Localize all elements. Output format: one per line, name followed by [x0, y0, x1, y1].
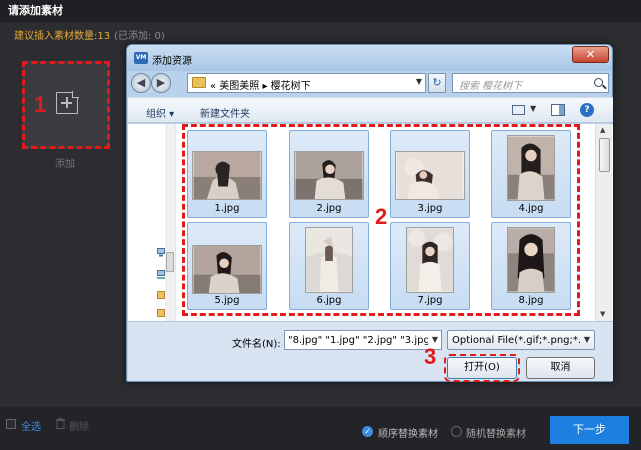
step-marker-1: 1: [34, 92, 47, 117]
sequential-replace-label[interactable]: 顺序替换素材: [378, 425, 438, 440]
network-icon: [157, 270, 165, 279]
breadcrumb[interactable]: « 美图美照 ▸ 樱花树下: [210, 77, 311, 92]
filetype-select[interactable]: Optional File(*.gif;*.png;*.jpg ▼: [447, 330, 595, 350]
chevron-down-icon[interactable]: ▼: [432, 335, 438, 344]
file-name: 6.jpg: [316, 295, 342, 306]
file-name: 5.jpg: [214, 295, 240, 306]
step-marker-2: 2: [375, 204, 388, 229]
file-name: 2.jpg: [316, 203, 342, 214]
file-item[interactable]: 3.jpg: [390, 130, 470, 218]
filename-label: 文件名(N):: [232, 339, 281, 350]
file-name: 4.jpg: [518, 203, 544, 214]
nav-scroll-thumb[interactable]: [166, 252, 174, 272]
chevron-down-icon[interactable]: ▼: [416, 77, 422, 86]
chevron-down-icon[interactable]: ▼: [530, 104, 536, 113]
outer-bottom-bar: [0, 407, 641, 450]
address-bar[interactable]: « 美图美照 ▸ 樱花树下 ▼: [187, 73, 426, 93]
filename-value[interactable]: "8.jpg" "1.jpg" "2.jpg" "3.jpg" ": [288, 335, 428, 346]
photo-thumbnail: [192, 245, 262, 294]
add-file-icon: [56, 91, 79, 114]
folder-icon: [157, 291, 165, 299]
photo-thumbnail: [305, 227, 353, 293]
file-item[interactable]: 2.jpg: [289, 130, 369, 218]
file-name: 8.jpg: [518, 295, 544, 306]
new-folder-button[interactable]: 新建文件夹: [200, 105, 250, 120]
nav-scrollbar[interactable]: [165, 124, 175, 321]
computer-icon: [157, 248, 165, 257]
chevron-down-icon[interactable]: ▼: [584, 335, 590, 344]
back-arrow-icon[interactable]: ◀: [131, 73, 151, 93]
dialog-toolbar: 组织 ▾ 新建文件夹 ▼ ?: [128, 97, 613, 123]
file-item[interactable]: 8.jpg: [491, 222, 571, 310]
dialog-footer: 文件名(N): "8.jpg" "1.jpg" "2.jpg" "3.jpg" …: [128, 321, 613, 382]
add-material-label: 添加: [55, 159, 75, 170]
file-name: 1.jpg: [214, 203, 240, 214]
photo-thumbnail: [507, 135, 555, 201]
filename-input[interactable]: "8.jpg" "1.jpg" "2.jpg" "3.jpg" " ▼: [284, 330, 442, 350]
file-open-dialog: VM 添加资源 ✕ ◀ ▶ « 美图美照 ▸ 樱花树下 ▼ ↻ 搜索 樱花树下 …: [126, 44, 613, 382]
search-icon[interactable]: [594, 78, 603, 87]
suggested-count: 建议插入素材数量:13: [14, 31, 111, 42]
next-step-button[interactable]: 下一步: [550, 416, 629, 444]
cancel-button[interactable]: 取消: [526, 357, 595, 379]
random-replace-label[interactable]: 随机替换素材: [466, 425, 526, 440]
delete-button[interactable]: 删除: [69, 418, 89, 433]
open-button[interactable]: 打开(O): [444, 354, 520, 382]
organize-menu[interactable]: 组织 ▾: [146, 105, 174, 120]
select-all-checkbox[interactable]: [6, 419, 16, 429]
photo-thumbnail: [395, 151, 465, 200]
file-item[interactable]: 4.jpg: [491, 130, 571, 218]
preview-pane-icon[interactable]: [551, 104, 565, 116]
material-count-hint: 建议插入素材数量:13 (已添加: 0): [14, 27, 165, 42]
filetype-value: Optional File(*.gif;*.png;*.jpg: [452, 335, 580, 346]
sequential-radio-checked-icon[interactable]: ✓: [362, 426, 373, 437]
photo-thumbnail: [406, 227, 454, 293]
file-item[interactable]: 6.jpg: [289, 222, 369, 310]
help-icon[interactable]: ?: [580, 103, 594, 117]
file-item[interactable]: 5.jpg: [187, 222, 267, 310]
folder-icon: [157, 309, 165, 317]
search-input[interactable]: 搜索 樱花树下: [452, 73, 609, 93]
added-count: (已添加: 0): [114, 31, 165, 42]
dialog-title: 添加资源: [152, 56, 192, 67]
navigation-pane: [128, 124, 176, 321]
scroll-down-icon[interactable]: ▼: [600, 310, 605, 318]
file-browser: 1.jpg 2.jpg 3.jpg 4.jpg 5.jpg 6.jpg 7.jp…: [128, 124, 613, 321]
file-scrollbar[interactable]: ▲ ▼: [595, 124, 612, 321]
app-logo-icon: VM: [134, 52, 148, 64]
file-item[interactable]: 1.jpg: [187, 130, 267, 218]
file-scroll-thumb[interactable]: [599, 138, 610, 172]
step-marker-3: 3: [424, 344, 437, 369]
photo-thumbnail: [507, 227, 555, 293]
dialog-titlebar: VM 添加资源 ✕: [127, 45, 612, 71]
forward-arrow-icon[interactable]: ▶: [151, 73, 171, 93]
search-placeholder: 搜索 樱花树下: [459, 81, 523, 92]
outer-dialog-title: 请添加素材: [0, 0, 641, 22]
trash-icon: [56, 418, 65, 429]
photo-thumbnail: [192, 151, 262, 200]
folder-icon: [192, 77, 206, 88]
file-name: 3.jpg: [417, 203, 443, 214]
address-row: ◀ ▶ « 美图美照 ▸ 樱花树下 ▼ ↻ 搜索 樱花树下: [131, 72, 609, 94]
random-radio[interactable]: [451, 426, 462, 437]
photo-thumbnail: [294, 151, 364, 200]
close-button[interactable]: ✕: [572, 46, 609, 63]
select-all-link[interactable]: 全选: [21, 418, 41, 433]
file-item[interactable]: 7.jpg: [390, 222, 470, 310]
file-name: 7.jpg: [417, 295, 443, 306]
scroll-up-icon[interactable]: ▲: [600, 126, 605, 134]
refresh-icon[interactable]: ↻: [428, 73, 446, 93]
view-mode-icon[interactable]: [512, 105, 525, 115]
